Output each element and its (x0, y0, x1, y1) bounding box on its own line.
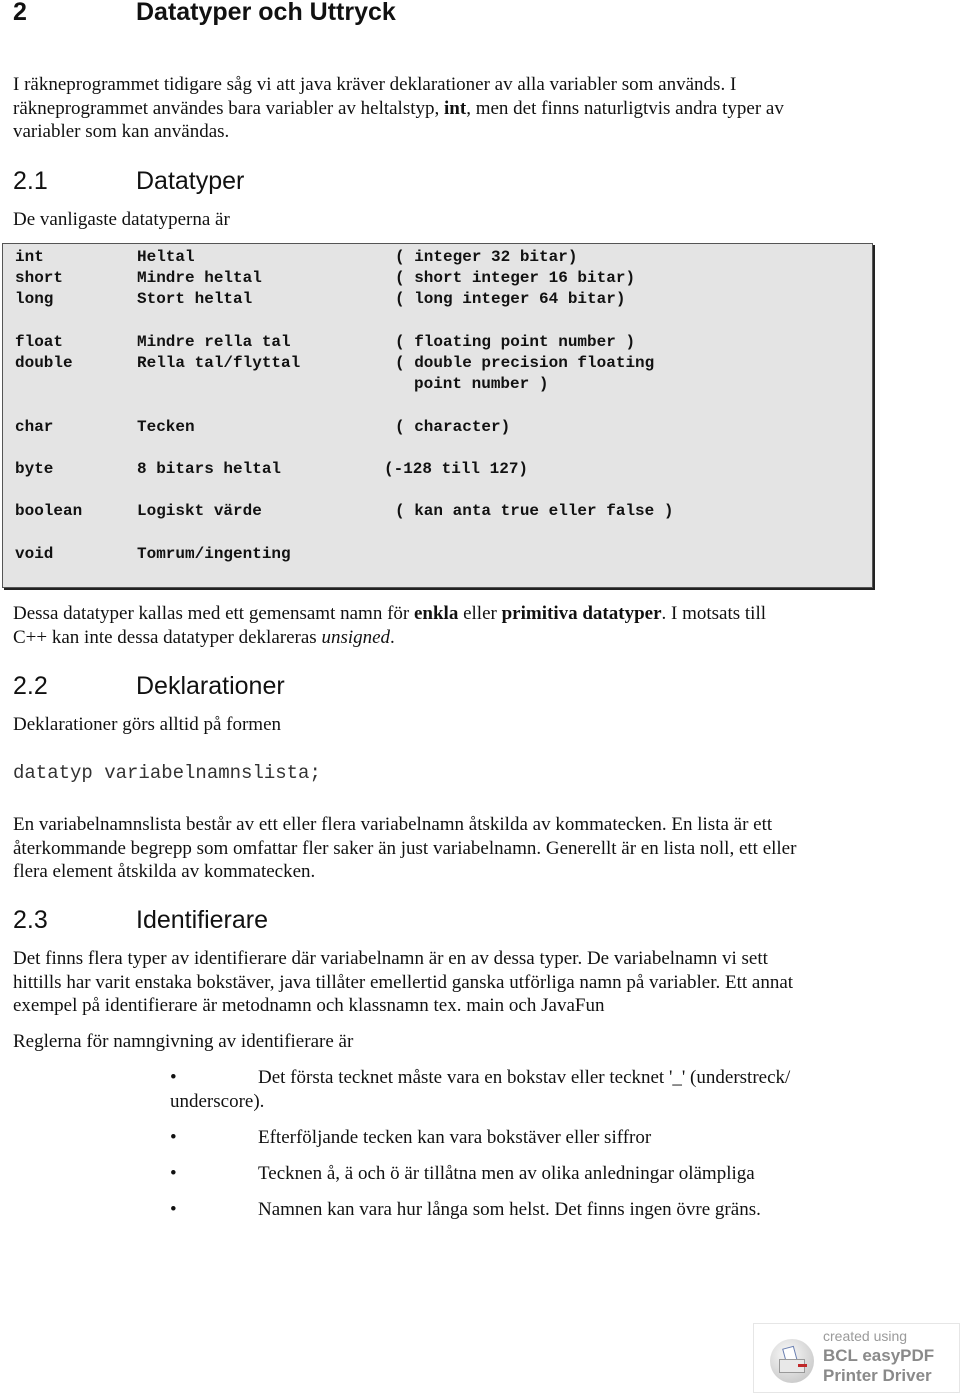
type-name: long (15, 290, 54, 308)
list-line-3: flera element åtskilda av kommatecken. (13, 861, 316, 882)
type-name: short (15, 269, 64, 287)
list-paragraph: En variabelnamnslista består av ett elle… (13, 813, 796, 884)
primitive-line-1: Dessa datatyper kallas med ett gemensamt… (13, 602, 766, 626)
type-swedish: Mindre rella tal (137, 333, 291, 351)
watermark-line-2: BCL easyPDF (823, 1346, 935, 1365)
text: . I motsats till (661, 603, 767, 624)
type-desc: ( integer 32 bitar) (395, 248, 578, 266)
section-number: 2.1 (13, 167, 48, 195)
type-swedish: Tomrum/ingenting (137, 545, 291, 563)
type-name: char (15, 418, 54, 436)
section-number: 2.3 (13, 906, 48, 934)
bold-term-enkla: enkla (413, 603, 459, 624)
printer-icon (770, 1339, 814, 1383)
section-title: Deklarationer (136, 672, 285, 700)
section-title: Datatyper (136, 167, 245, 195)
type-swedish: Heltal (137, 248, 195, 266)
text: eller (458, 603, 502, 624)
type-swedish: Mindre heltal (137, 269, 262, 287)
section-2-1-lead: De vanligaste datatyperna är (13, 209, 230, 230)
text: . (390, 626, 395, 648)
identifier-line-3: exempel på identifierare är metodnamn oc… (13, 995, 605, 1016)
italic-unsigned: unsigned (321, 626, 391, 648)
type-desc-cont: point number ) (414, 375, 549, 393)
intro-line-3: variabler som kan användas. (13, 121, 230, 142)
section-2-3-heading: 2.3 Identifierare (13, 908, 613, 936)
printer-light (798, 1364, 807, 1367)
primitive-line-2: C++ kan inte dessa datatyper deklareras … (13, 626, 766, 650)
section-title: Identifierare (136, 906, 269, 934)
type-name: double (15, 354, 73, 372)
type-desc: ( short integer 16 bitar) (395, 269, 636, 287)
identifier-line-2: hittills har varit enstaka bokstäver, ja… (13, 971, 794, 993)
identifier-line-1: Det finns flera typer av identifierare d… (13, 948, 768, 969)
rule-item: Namnen kan vara hur långa som helst. Det… (258, 1199, 761, 1220)
section-2-1-heading: 2.1 Datatyper (13, 169, 613, 197)
watermark-line-3: Printer Driver (823, 1366, 932, 1385)
identifier-paragraph: Det finns flera typer av identifierare d… (13, 947, 793, 1018)
section-2-2-lead: Deklarationer görs alltid på formen (13, 714, 282, 735)
intro-line-2-rest: , men det finns naturligtvis andra typer… (466, 97, 784, 119)
bcl-easypdf-watermark: created using BCL easyPDF Printer Driver (753, 1323, 960, 1393)
rule-item: Tecknen å, ä och ö är tillåtna men av ol… (258, 1163, 755, 1184)
chapter-heading: 2 Datatyper och Uttryck (13, 0, 613, 28)
list-line-2: återkommande begrepp som omfattar fler s… (13, 837, 797, 859)
type-swedish: Logiskt värde (137, 502, 262, 520)
bullet-icon: • (170, 1163, 177, 1184)
intro-line-2-text: räkneprogrammet användes bara variabler … (13, 97, 445, 119)
watermark-line-1: created using (823, 1328, 908, 1344)
chapter-number: 2 (13, 0, 27, 26)
type-desc: ( long integer 64 bitar) (395, 290, 626, 308)
section-2-2-heading: 2.2 Deklarationer (13, 674, 613, 702)
text: Dessa datatyper kallas med ett gemensamt… (13, 603, 414, 624)
type-desc: ( double precision floating (395, 354, 655, 372)
bullet-icon: • (170, 1127, 177, 1148)
type-name: byte (15, 460, 54, 478)
bullet-icon: • (170, 1199, 177, 1220)
chapter-title: Datatyper och Uttryck (136, 0, 396, 26)
intro-paragraph: I räkneprogrammet tidigare såg vi att ja… (13, 73, 784, 144)
section-number: 2.2 (13, 672, 48, 700)
type-swedish: Rella tal/flyttal (137, 354, 301, 372)
type-desc: ( character) (395, 418, 511, 436)
rule-item: Efterföljande tecken kan vara bokstäver … (258, 1127, 652, 1148)
type-name: float (15, 333, 64, 351)
bullet-icon: • (170, 1067, 177, 1088)
intro-line-2: räkneprogrammet användes bara variabler … (13, 97, 784, 121)
type-desc: ( floating point number ) (395, 333, 636, 351)
type-desc: (-128 till 127) (384, 460, 529, 478)
type-swedish: 8 bitars heltal (137, 460, 282, 478)
type-swedish: Stort heltal (137, 290, 253, 308)
primitive-types-paragraph: Dessa datatyper kallas med ett gemensamt… (13, 602, 766, 649)
rule-item: Det första tecknet måste vara en bokstav… (258, 1067, 791, 1088)
type-name: int (15, 248, 44, 266)
rules-lead: Reglerna för namngivning av identifierar… (13, 1031, 354, 1052)
list-line-1: En variabelnamnslista består av ett elle… (13, 814, 773, 835)
bold-term-primitiva: primitiva datatyper (501, 603, 662, 624)
declaration-syntax: datatyp variabelnamnslista; (13, 762, 321, 784)
type-name: boolean (15, 502, 83, 520)
type-name: void (15, 545, 54, 563)
rule-item-continuation: underscore). (170, 1091, 265, 1112)
intro-line-1: I räkneprogrammet tidigare såg vi att ja… (13, 74, 737, 95)
datatype-table: int Heltal ( integer 32 bitar) short Min… (2, 243, 873, 588)
text: C++ kan inte dessa datatyper deklareras (13, 626, 322, 648)
type-swedish: Tecken (137, 418, 195, 436)
int-keyword: int (444, 97, 467, 119)
type-desc: ( kan anta true eller false ) (395, 502, 674, 520)
